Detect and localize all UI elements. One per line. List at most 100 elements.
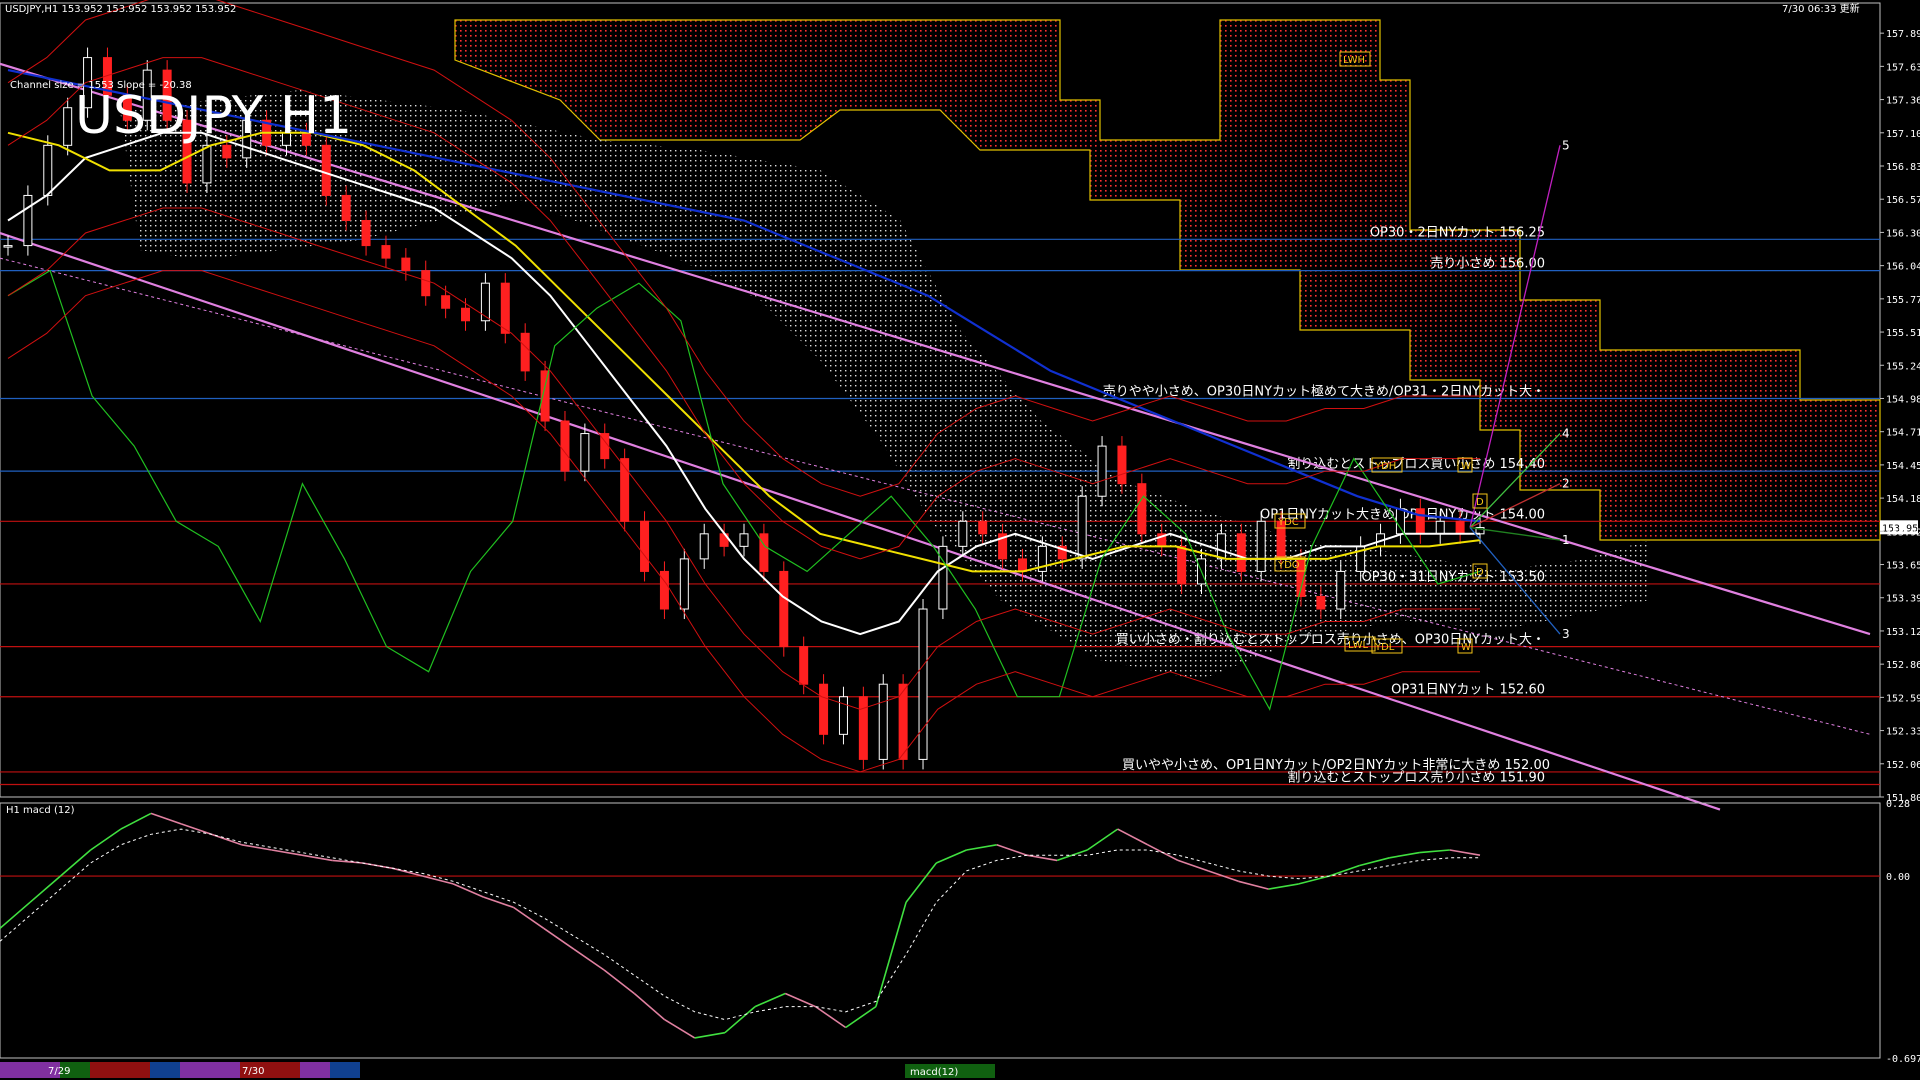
x-tick-label: 7/30 [242, 1066, 264, 1077]
y-tick-label: 152.860 [1886, 660, 1920, 671]
candle-body[interactable] [560, 420, 570, 472]
candle-body[interactable] [1216, 533, 1226, 560]
level-label: 売りやや小さめ、OP30日NYカット極めて大きめ/OP31・2日NYカット大・ [1103, 383, 1545, 399]
candle-body[interactable] [739, 533, 749, 547]
wave-label: 3 [1562, 627, 1570, 641]
candle-body[interactable] [361, 220, 371, 247]
candle-body[interactable] [1256, 520, 1266, 572]
session-bar [150, 1062, 180, 1078]
tag-label: W [1461, 461, 1471, 472]
y-tick-label: 154.185 [1886, 494, 1920, 505]
tag-label: YDO [1277, 560, 1300, 571]
y-tick-label: 156.040 [1886, 262, 1920, 273]
candle-body[interactable] [1316, 595, 1326, 610]
chart-canvas[interactable]: OP30・2日NYカット 156.25 売り小さめ 156.00 売りやや小さめ、O… [0, 0, 1920, 1080]
y-tick-label: 156.570 [1886, 195, 1920, 206]
tag-label: YDH [1374, 461, 1396, 472]
level-label: OP30・2日NYカット 156.25 [1370, 225, 1545, 240]
session-bar [0, 1062, 30, 1078]
y-tick-label: 152.065 [1886, 760, 1920, 771]
session-bar [120, 1062, 150, 1078]
candle-body[interactable] [1097, 445, 1107, 497]
level-label: OP31日NYカット 152.60 [1391, 683, 1545, 698]
tag-label: YDL [1374, 642, 1395, 653]
wave-label: 5 [1562, 138, 1570, 152]
candle-body[interactable] [580, 433, 590, 472]
candle-body[interactable] [958, 520, 968, 547]
tag-label: D [1476, 567, 1484, 578]
y-tick-label: 152.595 [1886, 693, 1920, 704]
level-label: 売り小さめ 156.00 [1430, 256, 1545, 272]
y-tick-label: 152.330 [1886, 727, 1920, 738]
chart-title: USDJPY H1 [75, 86, 352, 146]
candle-body[interactable] [1336, 570, 1346, 610]
candle-body[interactable] [1017, 558, 1027, 572]
candle-body[interactable] [1117, 445, 1127, 485]
candle-body[interactable] [838, 696, 848, 735]
candle-body[interactable] [1177, 545, 1187, 585]
y-tick-label: 157.630 [1886, 62, 1920, 73]
candle-body[interactable] [1137, 483, 1147, 535]
candle-body[interactable] [1077, 495, 1087, 560]
y-tick-label: 157.100 [1886, 129, 1920, 140]
session-bar [330, 1062, 360, 1078]
candle-body[interactable] [441, 295, 451, 309]
candle-body[interactable] [63, 107, 73, 146]
y-tick-label: 156.305 [1886, 228, 1920, 239]
y-tick-label: 154.715 [1886, 428, 1920, 439]
session-bar [90, 1062, 120, 1078]
candle-body[interactable] [978, 520, 988, 535]
candle-body[interactable] [520, 332, 530, 372]
candle-body[interactable] [799, 646, 809, 685]
candle-body[interactable] [1435, 520, 1445, 535]
y-tick-label: 153.920 [1886, 527, 1920, 538]
candle-body[interactable] [819, 683, 829, 735]
y-tick-label: 153.655 [1886, 561, 1920, 572]
candle-body[interactable] [1415, 508, 1425, 535]
session-bar [270, 1062, 300, 1078]
candle-body[interactable] [1395, 508, 1405, 535]
candle-body[interactable] [381, 245, 391, 259]
candle-body[interactable] [699, 533, 709, 560]
y-tick-label: 157.895 [1886, 29, 1920, 40]
y-tick-label: 156.835 [1886, 162, 1920, 173]
level-label: 割り込むとストップロス売り小さめ 151.90 [1287, 769, 1545, 785]
candle-body[interactable] [401, 257, 411, 272]
candle-body[interactable] [1236, 533, 1246, 572]
y-tick-label: 157.365 [1886, 96, 1920, 107]
candle-body[interactable] [421, 270, 431, 297]
y-tick-label: 153.125 [1886, 627, 1920, 638]
candle-body[interactable] [202, 144, 212, 184]
level-label: OP30・31日NYカット 153.50 [1362, 570, 1545, 585]
candle-body[interactable] [779, 570, 789, 648]
candle-body[interactable] [679, 558, 689, 610]
candle-body[interactable] [3, 245, 13, 248]
wave-label: 1 [1562, 533, 1570, 547]
candle-body[interactable] [858, 696, 868, 760]
y-tick-label: 154.450 [1886, 461, 1920, 472]
y-tick-label: 155.510 [1886, 328, 1920, 339]
candle-body[interactable] [878, 683, 888, 760]
y-tick-label: 155.245 [1886, 361, 1920, 372]
session-bar [300, 1062, 330, 1078]
session-bar [180, 1062, 210, 1078]
candle-body[interactable] [640, 520, 650, 572]
candle-body[interactable] [918, 608, 928, 760]
candle-body[interactable] [500, 282, 510, 334]
sub-legend-text: macd(12) [910, 1067, 958, 1078]
candle-body[interactable] [43, 144, 53, 196]
tag-label: W [1461, 642, 1471, 653]
candle-body[interactable] [341, 194, 351, 222]
candle-body[interactable] [620, 458, 630, 522]
candle-body[interactable] [23, 194, 33, 247]
candle-body[interactable] [759, 533, 769, 572]
candle-body[interactable] [321, 144, 331, 196]
candle-body[interactable] [461, 307, 471, 322]
macd-y-label: -0.697 [1886, 1054, 1920, 1065]
candle-body[interactable] [222, 144, 232, 159]
macd-y-label: 0.00 [1886, 872, 1910, 883]
macd-panel-label: H1 macd (12) [6, 805, 75, 816]
candle-body[interactable] [1455, 520, 1465, 535]
tag-label: YDC [1277, 517, 1299, 528]
session-bar [210, 1062, 240, 1078]
